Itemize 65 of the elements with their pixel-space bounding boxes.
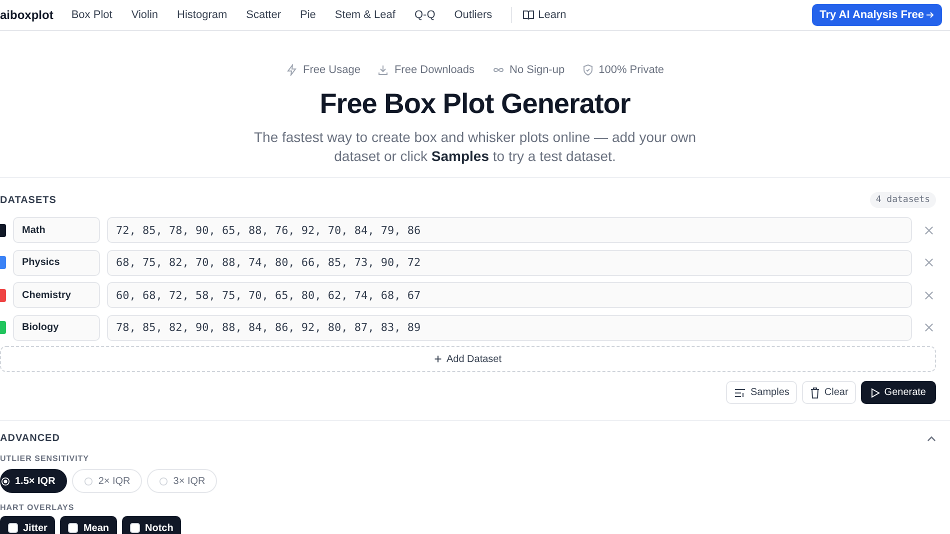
nav-link[interactable]: Scatter: [246, 9, 282, 21]
chevron-icon[interactable]: [927, 436, 936, 442]
close-icon[interactable]: [922, 323, 936, 332]
nav-link[interactable]: Histogram: [177, 9, 228, 21]
color-swatch[interactable]: [0, 256, 6, 269]
add-dataset-button[interactable]: Add Dataset: [0, 346, 936, 372]
name-field[interactable]: Physics: [13, 250, 100, 276]
color-swatch[interactable]: [0, 288, 6, 302]
clear-button[interactable]: Clear: [802, 381, 856, 404]
radio-icon: [159, 476, 168, 486]
section-heading: DATASETS: [0, 194, 56, 206]
checkbox-icon: [130, 523, 140, 533]
nav-link[interactable]: Pie: [300, 9, 316, 21]
overlay-toggle[interactable]: Jitter: [0, 516, 56, 534]
arrow-right-icon: [926, 11, 934, 19]
nav-link[interactable]: Box Plot: [71, 9, 112, 21]
close-icon[interactable]: [922, 258, 936, 267]
overlay-toggle[interactable]: Mean: [60, 516, 118, 534]
overlay-toggle[interactable]: Notch: [122, 516, 182, 534]
feature-label: Free Downloads: [394, 64, 475, 76]
field-label: HART OVERLAYS: [0, 503, 76, 512]
feature-label: No Sign-up: [510, 64, 565, 76]
nav-link[interactable]: Violin: [131, 9, 158, 21]
color-swatch[interactable]: [0, 321, 6, 334]
section-heading: ADVANCED: [0, 433, 60, 444]
radio-icon: [84, 476, 94, 486]
nav-link[interactable]: Stem & Leaf: [334, 9, 396, 21]
radio-pill[interactable]: 1.5× IQR: [0, 469, 68, 493]
radio-pill[interactable]: 3× IQR: [147, 469, 218, 493]
plus-icon: [434, 355, 442, 363]
book-icon: [523, 10, 534, 20]
page-subtitle: The fastest way to create box and whisker plots online — add your own dataset or click Samples to try a test dataset.: [252, 128, 697, 166]
samples-button[interactable]: Samples: [726, 381, 798, 404]
radio-icon: [1, 476, 10, 486]
name-field[interactable]: Chemistry: [13, 282, 100, 308]
feature-label: Free Usage: [302, 64, 360, 76]
download-icon: [377, 64, 390, 76]
infinity-icon: [492, 66, 505, 74]
name-field[interactable]: Biology: [13, 314, 100, 340]
lightning-icon: [286, 64, 298, 76]
feature-label: 100% Private: [598, 64, 664, 76]
values-field[interactable]: 60, 68, 72, 58, 75, 70, 65, 80, 62, 74, 68, 67: [107, 282, 912, 308]
checkbox-icon: [8, 523, 18, 533]
values-field[interactable]: 72, 85, 78, 90, 65, 88, 76, 92, 70, 84, 79, 86: [107, 217, 912, 243]
count-badge: 4 datasets: [870, 192, 936, 208]
page-title: Free Box Plot Generator: [320, 88, 630, 120]
checkbox-icon: [68, 523, 78, 533]
logo-text[interactable]: aiboxplot: [0, 8, 54, 22]
play-icon: [871, 388, 880, 398]
close-icon[interactable]: [922, 226, 936, 234]
color-swatch[interactable]: [0, 224, 6, 236]
learn-link[interactable]: Learn: [523, 9, 566, 21]
trash-icon: [810, 386, 820, 398]
values-field[interactable]: 68, 75, 82, 70, 88, 74, 80, 66, 85, 73, 90, 72: [107, 250, 912, 276]
field-label: UTLIER SENSITIVITY: [0, 454, 90, 463]
nav-link[interactable]: Q-Q: [414, 9, 436, 21]
name-field[interactable]: Math: [13, 217, 100, 243]
values-field[interactable]: 78, 85, 82, 90, 88, 84, 86, 92, 80, 87, 83, 89: [107, 314, 912, 340]
close-icon[interactable]: [922, 290, 936, 300]
nav-link[interactable]: Outliers: [454, 9, 492, 21]
shield-icon: [582, 64, 594, 76]
radio-pill[interactable]: 2× IQR: [72, 469, 142, 493]
generate-button[interactable]: Generate: [861, 381, 936, 404]
list-icon: [734, 388, 746, 398]
cta-button[interactable]: Try AI Analysis Free: [812, 4, 942, 26]
